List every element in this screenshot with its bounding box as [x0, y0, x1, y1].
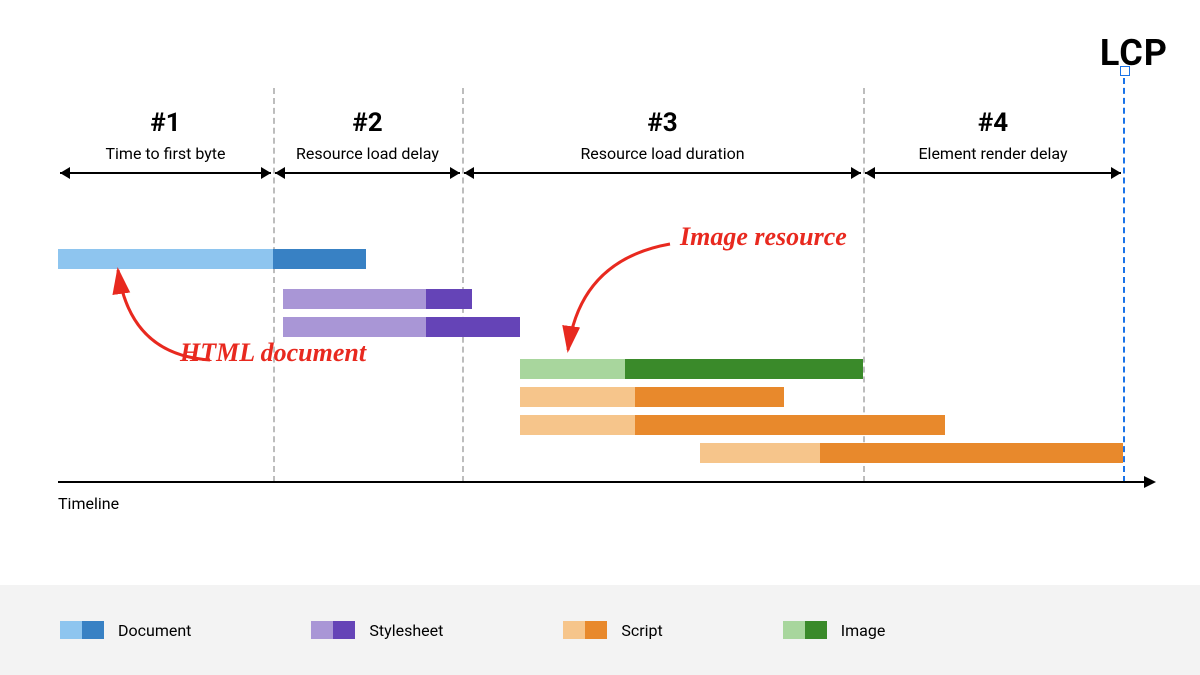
legend-label: Image — [841, 621, 886, 640]
bar-script-dark — [820, 443, 1123, 463]
lcp-marker-line — [1123, 68, 1125, 482]
legend-item-document: Document — [60, 621, 191, 640]
phase-label: Resource load delay — [273, 144, 462, 163]
phase-span-arrow — [275, 172, 460, 174]
bar-script-dark — [635, 387, 784, 407]
diagram-canvas: LCP #1 Time to first byte #2 Resource lo… — [0, 0, 1200, 675]
phase-label: Element render delay — [863, 144, 1123, 163]
legend-item-script: Script — [563, 621, 662, 640]
swatch-image — [783, 621, 827, 639]
legend-item-image: Image — [783, 621, 886, 640]
legend-label: Stylesheet — [369, 621, 443, 640]
phase-span-arrow — [464, 172, 861, 174]
lcp-title: LCP — [1100, 32, 1168, 74]
phase-number: #2 — [273, 108, 462, 138]
bar-stylesheet-dark — [426, 289, 472, 309]
annotation-image: Image resource — [680, 222, 847, 252]
timeline-axis — [58, 481, 1154, 483]
annotation-html: HTML document — [180, 338, 366, 368]
swatch-document — [60, 621, 104, 639]
bar-script-light — [520, 387, 635, 407]
annotation-arrow-image — [550, 240, 730, 370]
timeline-axis-label: Timeline — [58, 494, 119, 513]
bar-stylesheet-light — [283, 289, 426, 309]
bar-stylesheet-light — [283, 317, 426, 337]
legend-label: Script — [621, 621, 662, 640]
bar-document-dark — [273, 249, 366, 269]
bar-script-light — [520, 415, 635, 435]
legend-label: Document — [118, 621, 191, 640]
phase-number: #1 — [58, 108, 273, 138]
bar-script-dark — [635, 415, 945, 435]
phase-span-arrow — [60, 172, 271, 174]
phase-number: #4 — [863, 108, 1123, 138]
phase-label: Time to first byte — [58, 144, 273, 163]
phase-number: #3 — [462, 108, 863, 138]
phase-label: Resource load duration — [462, 144, 863, 163]
swatch-script — [563, 621, 607, 639]
phase-span-arrow — [865, 172, 1121, 174]
legend-item-stylesheet: Stylesheet — [311, 621, 443, 640]
bar-script-light — [700, 443, 820, 463]
swatch-stylesheet — [311, 621, 355, 639]
bar-stylesheet-dark — [426, 317, 520, 337]
legend: Document Stylesheet Script Image — [0, 585, 1200, 675]
lcp-marker-tick — [1120, 66, 1130, 76]
